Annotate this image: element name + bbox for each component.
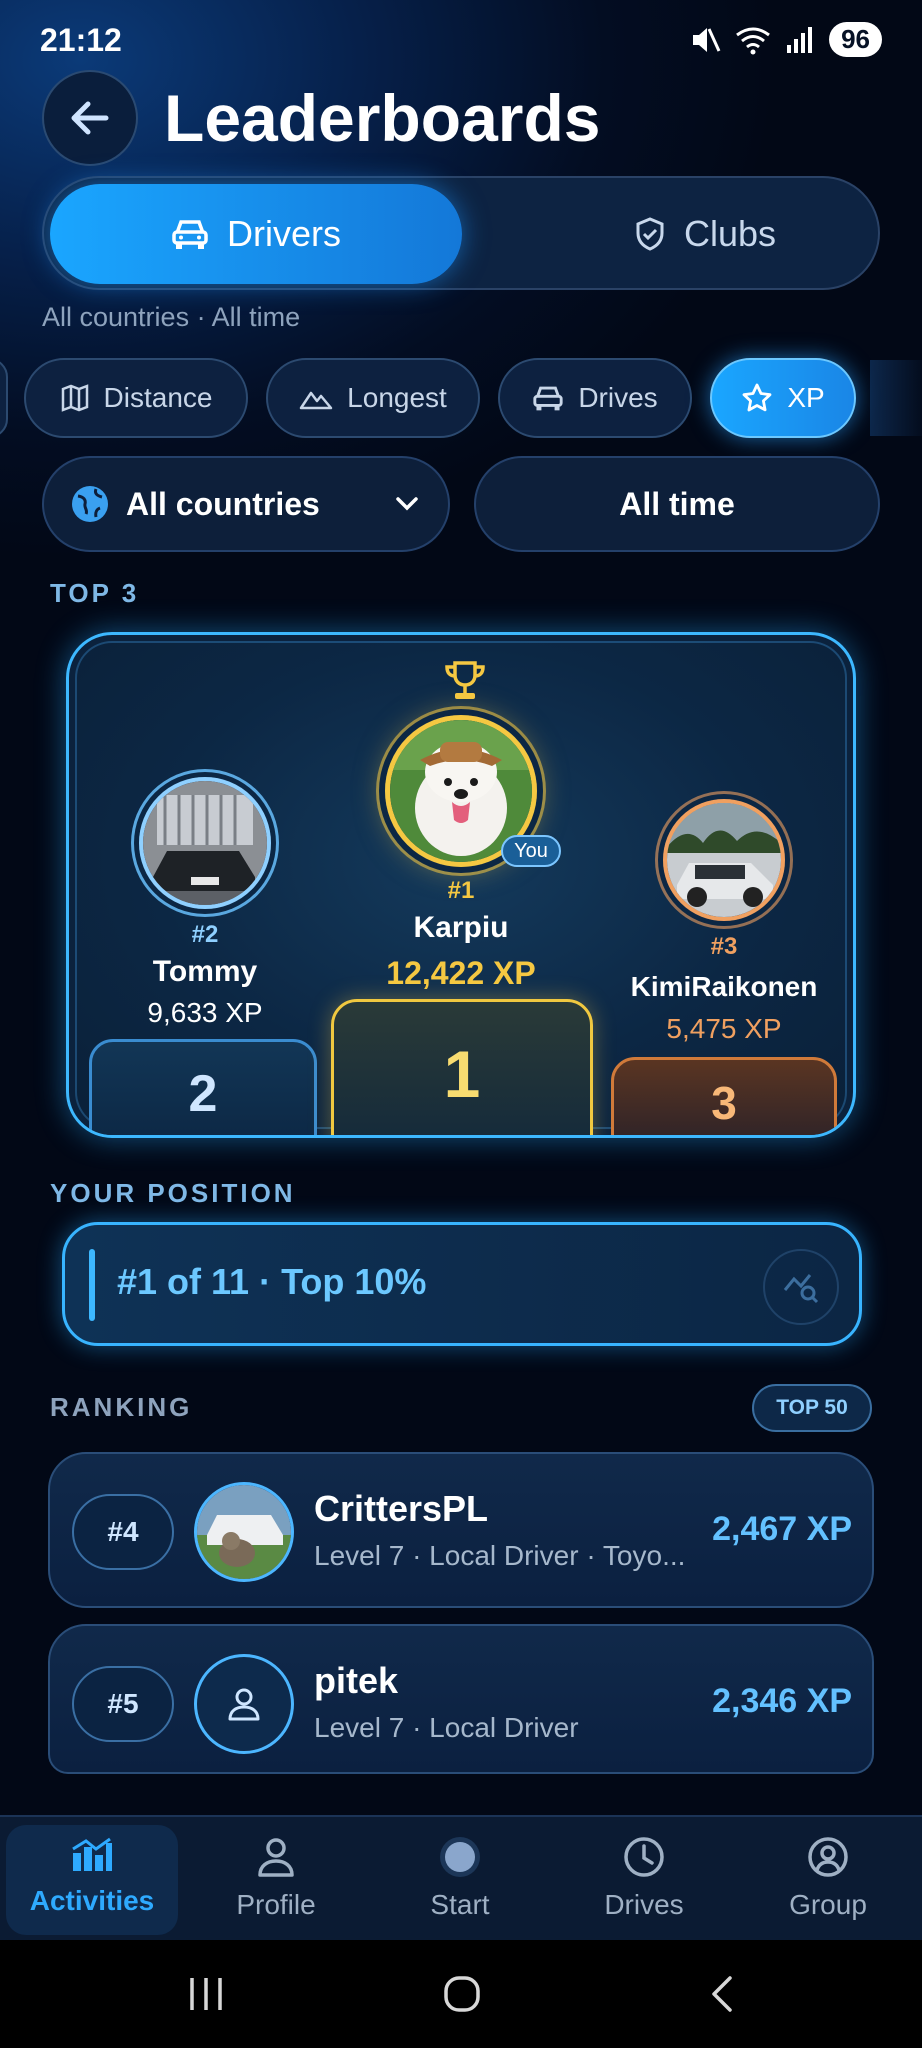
car-photo-avatar — [667, 803, 781, 917]
signal-icon — [787, 26, 813, 53]
locate-button[interactable] — [763, 1249, 839, 1325]
chip-distance-label: Distance — [103, 382, 213, 413]
chip-scroll-fade — [870, 360, 922, 436]
recent-apps-icon[interactable] — [186, 1974, 226, 2014]
chip-xp[interactable]: XP — [710, 358, 856, 438]
mute-icon — [693, 27, 721, 52]
row-subtitle: Level 7 · Local Driver · Toyo... — [314, 1540, 686, 1571]
row-rank: #5 — [72, 1666, 174, 1742]
status-icons: 96 — [687, 22, 882, 57]
back-button[interactable] — [42, 70, 138, 166]
system-back-icon[interactable] — [706, 1974, 738, 2014]
nav-start-label: Start — [430, 1889, 490, 1920]
nav-group-label: Group — [789, 1889, 867, 1920]
car-icon — [533, 386, 563, 411]
chip-drives-label: Drives — [578, 382, 658, 413]
second-rank: #2 — [191, 921, 219, 948]
filter-caption: All countries · All time — [42, 302, 301, 332]
person-icon — [228, 1688, 260, 1721]
dog-car-photo-avatar — [197, 1485, 291, 1579]
wifi-icon — [736, 27, 770, 54]
first-name: Karpiu — [413, 911, 509, 944]
page-title: Leaderboards — [164, 81, 601, 155]
nav-activities[interactable]: Activities — [0, 1835, 184, 1917]
podium-block-third: 3 — [611, 1057, 837, 1135]
trend-search-icon — [783, 1274, 819, 1304]
third-name: KimiRaikonen — [630, 971, 818, 1002]
row-subtitle: Level 7 · Local Driver — [314, 1712, 579, 1743]
podium-card: #2 Tommy 9,633 XP 2 You #1 Karpiu 12,422… — [66, 632, 856, 1138]
your-position-label: YOUR POSITION — [50, 1178, 296, 1208]
third-xp: 5,475 XP — [666, 1013, 782, 1044]
star-icon — [742, 383, 772, 412]
globe-icon — [72, 486, 108, 522]
country-dropdown[interactable]: All countries — [42, 456, 450, 552]
nav-profile-label: Profile — [236, 1889, 316, 1920]
car-photo-avatar — [143, 781, 267, 905]
person-icon — [258, 1838, 294, 1877]
nav-activities-label: Activities — [29, 1885, 155, 1916]
chip-distance[interactable]: Distance — [24, 358, 248, 438]
system-nav-bar — [0, 1940, 922, 2048]
bottom-nav: Activities Profile Start Drives Group — [0, 1815, 922, 1940]
row-name: pitek — [314, 1660, 399, 1701]
car-icon — [172, 220, 208, 249]
chevron-down-icon — [396, 497, 418, 511]
nav-drives[interactable]: Drives — [552, 1835, 736, 1921]
status-time: 21:12 — [40, 22, 122, 58]
nav-profile[interactable]: Profile — [184, 1835, 368, 1921]
position-accent-bar — [89, 1249, 95, 1321]
podium-block-first: 1 — [331, 999, 593, 1135]
top50-badge: TOP 50 — [752, 1384, 872, 1432]
home-icon[interactable] — [442, 1974, 482, 2014]
tab-drivers-label: Drivers — [227, 213, 341, 254]
you-badge: You — [501, 835, 561, 867]
shield-icon — [636, 217, 664, 251]
mountain-icon — [299, 391, 333, 410]
battery-level: 96 — [829, 22, 882, 57]
second-xp: 9,633 XP — [147, 997, 263, 1028]
row-xp: 2,467 XP — [712, 1510, 852, 1548]
first-rank: #1 — [447, 877, 475, 904]
chip-hidden-left[interactable] — [0, 358, 8, 438]
ranking-row[interactable]: #5 pitek Level 7 · Local Driver 2,346 XP — [48, 1624, 874, 1774]
podium-block-second: 2 — [89, 1039, 317, 1135]
third-rank: #3 — [710, 933, 738, 960]
chip-xp-label: XP — [787, 382, 825, 413]
position-text: #1 of 11 · Top 10% — [117, 1261, 427, 1302]
chip-longest-label: Longest — [347, 382, 447, 413]
period-dropdown[interactable]: All time — [474, 456, 880, 552]
nav-group[interactable]: Group — [736, 1835, 920, 1921]
country-dropdown-label: All countries — [126, 485, 320, 522]
first-xp: 12,422 XP — [386, 955, 536, 991]
second-name: Tommy — [152, 955, 258, 988]
row-name: CrittersPL — [314, 1488, 489, 1529]
trophy-icon — [445, 661, 485, 699]
tab-clubs[interactable]: Clubs — [560, 184, 850, 284]
arrow-left-icon — [71, 101, 109, 135]
your-position-card[interactable]: #1 of 11 · Top 10% — [62, 1222, 862, 1346]
chip-longest[interactable]: Longest — [266, 358, 480, 438]
avatar-third[interactable] — [663, 799, 785, 921]
tab-clubs-label: Clubs — [683, 213, 777, 254]
chip-drives[interactable]: Drives — [498, 358, 692, 438]
row-rank: #4 — [72, 1494, 174, 1570]
start-dot-icon — [440, 1837, 480, 1877]
nav-start[interactable]: Start — [368, 1835, 552, 1921]
row-avatar — [194, 1654, 294, 1754]
row-xp: 2,346 XP — [712, 1682, 852, 1720]
row-avatar — [194, 1482, 294, 1582]
map-icon — [61, 384, 88, 412]
period-dropdown-label: All time — [619, 485, 735, 522]
chart-icon — [72, 1837, 112, 1871]
nav-drives-label: Drives — [604, 1889, 684, 1920]
clock-icon — [624, 1837, 664, 1877]
ranking-label: RANKING — [50, 1392, 193, 1422]
top3-label: TOP 3 — [50, 578, 140, 608]
tab-drivers[interactable]: Drivers — [50, 184, 462, 284]
ranking-row[interactable]: #4 CrittersPL Level 7 · Local Driver · T… — [48, 1452, 874, 1608]
group-icon — [808, 1837, 848, 1877]
avatar-second[interactable] — [139, 777, 271, 909]
